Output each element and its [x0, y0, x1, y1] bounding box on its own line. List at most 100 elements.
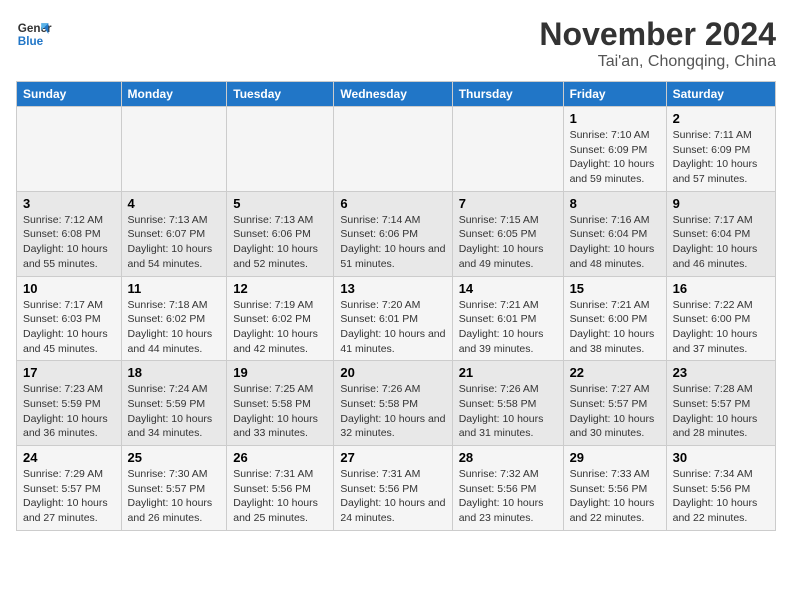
- day-info: Sunrise: 7:21 AMSunset: 6:01 PMDaylight:…: [459, 298, 557, 357]
- day-number: 9: [673, 196, 769, 211]
- day-number: 23: [673, 365, 769, 380]
- calendar-cell: [17, 107, 122, 192]
- day-info: Sunrise: 7:24 AMSunset: 5:59 PMDaylight:…: [128, 382, 221, 441]
- calendar-cell: 2 Sunrise: 7:11 AMSunset: 6:09 PMDaylight…: [666, 107, 775, 192]
- calendar-cell: 23 Sunrise: 7:28 AMSunset: 5:57 PMDayligh…: [666, 361, 775, 446]
- weekday-header-row: SundayMondayTuesdayWednesdayThursdayFrid…: [17, 82, 776, 107]
- day-number: 29: [570, 450, 660, 465]
- weekday-header-saturday: Saturday: [666, 82, 775, 107]
- logo-icon: General Blue: [16, 16, 52, 52]
- day-info: Sunrise: 7:34 AMSunset: 5:56 PMDaylight:…: [673, 467, 769, 526]
- calendar-cell: 25Sunrise: 7:30 AMSunset: 5:57 PMDayligh…: [121, 446, 227, 531]
- day-number: 2: [673, 111, 769, 126]
- day-info: Sunrise: 7:27 AMSunset: 5:57 PMDaylight:…: [570, 382, 660, 441]
- calendar-week-4: 17 Sunrise: 7:23 AMSunset: 5:59 PMDayligh…: [17, 361, 776, 446]
- day-info: Sunrise: 7:17 AMSunset: 6:04 PMDaylight:…: [673, 213, 769, 272]
- day-number: 21: [459, 365, 557, 380]
- calendar-cell: 5 Sunrise: 7:13 AMSunset: 6:06 PMDaylight…: [227, 191, 334, 276]
- calendar-week-1: 1 Sunrise: 7:10 AMSunset: 6:09 PMDaylight…: [17, 107, 776, 192]
- calendar-cell: [227, 107, 334, 192]
- calendar-cell: 29 Sunrise: 7:33 AMSunset: 5:56 PMDayligh…: [563, 446, 666, 531]
- day-info: Sunrise: 7:16 AMSunset: 6:04 PMDaylight:…: [570, 213, 660, 272]
- weekday-header-wednesday: Wednesday: [334, 82, 452, 107]
- calendar-cell: 15Sunrise: 7:21 AMSunset: 6:00 PMDayligh…: [563, 276, 666, 361]
- day-number: 30: [673, 450, 769, 465]
- day-info: Sunrise: 7:26 AMSunset: 5:58 PMDaylight:…: [459, 382, 557, 441]
- location-subtitle: Tai'an, Chongqing, China: [539, 53, 776, 71]
- day-info: Sunrise: 7:22 AMSunset: 6:00 PMDaylight:…: [673, 298, 769, 357]
- calendar-cell: 3Sunrise: 7:12 AMSunset: 6:08 PMDaylight…: [17, 191, 122, 276]
- calendar-cell: 4 Sunrise: 7:13 AMSunset: 6:07 PMDaylight…: [121, 191, 227, 276]
- calendar-cell: 24 Sunrise: 7:29 AMSunset: 5:57 PMDayligh…: [17, 446, 122, 531]
- calendar-cell: 17 Sunrise: 7:23 AMSunset: 5:59 PMDayligh…: [17, 361, 122, 446]
- day-info: Sunrise: 7:10 AMSunset: 6:09 PMDaylight:…: [570, 128, 660, 187]
- calendar-cell: 6 Sunrise: 7:14 AMSunset: 6:06 PMDaylight…: [334, 191, 452, 276]
- calendar-cell: 10 Sunrise: 7:17 AMSunset: 6:03 PMDayligh…: [17, 276, 122, 361]
- calendar-week-5: 24 Sunrise: 7:29 AMSunset: 5:57 PMDayligh…: [17, 446, 776, 531]
- calendar-cell: [334, 107, 452, 192]
- day-info: Sunrise: 7:33 AMSunset: 5:56 PMDaylight:…: [570, 467, 660, 526]
- day-number: 5: [233, 196, 327, 211]
- day-number: 14: [459, 281, 557, 296]
- day-number: 22: [570, 365, 660, 380]
- day-info: Sunrise: 7:11 AMSunset: 6:09 PMDaylight:…: [673, 128, 769, 187]
- calendar-cell: 13Sunrise: 7:20 AMSunset: 6:01 PMDayligh…: [334, 276, 452, 361]
- calendar-cell: 22 Sunrise: 7:27 AMSunset: 5:57 PMDayligh…: [563, 361, 666, 446]
- day-info: Sunrise: 7:18 AMSunset: 6:02 PMDaylight:…: [128, 298, 221, 357]
- calendar-cell: 21 Sunrise: 7:26 AMSunset: 5:58 PMDayligh…: [452, 361, 563, 446]
- calendar-cell: [121, 107, 227, 192]
- day-number: 20: [340, 365, 445, 380]
- weekday-header-thursday: Thursday: [452, 82, 563, 107]
- day-number: 11: [128, 281, 221, 296]
- day-info: Sunrise: 7:31 AMSunset: 5:56 PMDaylight:…: [233, 467, 327, 526]
- weekday-header-friday: Friday: [563, 82, 666, 107]
- day-info: Sunrise: 7:13 AMSunset: 6:06 PMDaylight:…: [233, 213, 327, 272]
- calendar-cell: 16 Sunrise: 7:22 AMSunset: 6:00 PMDayligh…: [666, 276, 775, 361]
- day-info: Sunrise: 7:26 AMSunset: 5:58 PMDaylight:…: [340, 382, 445, 441]
- day-number: 1: [570, 111, 660, 126]
- day-number: 10: [23, 281, 115, 296]
- day-info: Sunrise: 7:28 AMSunset: 5:57 PMDaylight:…: [673, 382, 769, 441]
- day-number: 28: [459, 450, 557, 465]
- day-info: Sunrise: 7:19 AMSunset: 6:02 PMDaylight:…: [233, 298, 327, 357]
- calendar-cell: 9 Sunrise: 7:17 AMSunset: 6:04 PMDaylight…: [666, 191, 775, 276]
- day-number: 3: [23, 196, 115, 211]
- calendar-cell: 30 Sunrise: 7:34 AMSunset: 5:56 PMDayligh…: [666, 446, 775, 531]
- day-number: 8: [570, 196, 660, 211]
- day-number: 25: [128, 450, 221, 465]
- calendar-cell: 26 Sunrise: 7:31 AMSunset: 5:56 PMDayligh…: [227, 446, 334, 531]
- day-number: 6: [340, 196, 445, 211]
- day-number: 4: [128, 196, 221, 211]
- calendar-cell: 27Sunrise: 7:31 AMSunset: 5:56 PMDayligh…: [334, 446, 452, 531]
- calendar-cell: 7Sunrise: 7:15 AMSunset: 6:05 PMDaylight…: [452, 191, 563, 276]
- day-info: Sunrise: 7:15 AMSunset: 6:05 PMDaylight:…: [459, 213, 557, 272]
- day-info: Sunrise: 7:14 AMSunset: 6:06 PMDaylight:…: [340, 213, 445, 272]
- day-info: Sunrise: 7:29 AMSunset: 5:57 PMDaylight:…: [23, 467, 115, 526]
- month-title: November 2024: [539, 16, 776, 53]
- day-number: 24: [23, 450, 115, 465]
- day-info: Sunrise: 7:21 AMSunset: 6:00 PMDaylight:…: [570, 298, 660, 357]
- calendar-table: SundayMondayTuesdayWednesdayThursdayFrid…: [16, 81, 776, 531]
- calendar-cell: 1 Sunrise: 7:10 AMSunset: 6:09 PMDaylight…: [563, 107, 666, 192]
- weekday-header-tuesday: Tuesday: [227, 82, 334, 107]
- day-info: Sunrise: 7:17 AMSunset: 6:03 PMDaylight:…: [23, 298, 115, 357]
- day-number: 12: [233, 281, 327, 296]
- day-number: 19: [233, 365, 327, 380]
- day-number: 17: [23, 365, 115, 380]
- calendar-cell: 12 Sunrise: 7:19 AMSunset: 6:02 PMDayligh…: [227, 276, 334, 361]
- calendar-cell: 18Sunrise: 7:24 AMSunset: 5:59 PMDayligh…: [121, 361, 227, 446]
- calendar-cell: 14 Sunrise: 7:21 AMSunset: 6:01 PMDayligh…: [452, 276, 563, 361]
- day-info: Sunrise: 7:25 AMSunset: 5:58 PMDaylight:…: [233, 382, 327, 441]
- logo: General Blue: [16, 16, 52, 52]
- day-info: Sunrise: 7:13 AMSunset: 6:07 PMDaylight:…: [128, 213, 221, 272]
- calendar-cell: 8 Sunrise: 7:16 AMSunset: 6:04 PMDaylight…: [563, 191, 666, 276]
- day-number: 27: [340, 450, 445, 465]
- day-number: 13: [340, 281, 445, 296]
- day-number: 26: [233, 450, 327, 465]
- calendar-week-3: 10 Sunrise: 7:17 AMSunset: 6:03 PMDayligh…: [17, 276, 776, 361]
- svg-text:Blue: Blue: [18, 35, 44, 48]
- calendar-cell: 20 Sunrise: 7:26 AMSunset: 5:58 PMDayligh…: [334, 361, 452, 446]
- day-info: Sunrise: 7:23 AMSunset: 5:59 PMDaylight:…: [23, 382, 115, 441]
- title-area: November 2024 Tai'an, Chongqing, China: [539, 16, 776, 71]
- day-number: 16: [673, 281, 769, 296]
